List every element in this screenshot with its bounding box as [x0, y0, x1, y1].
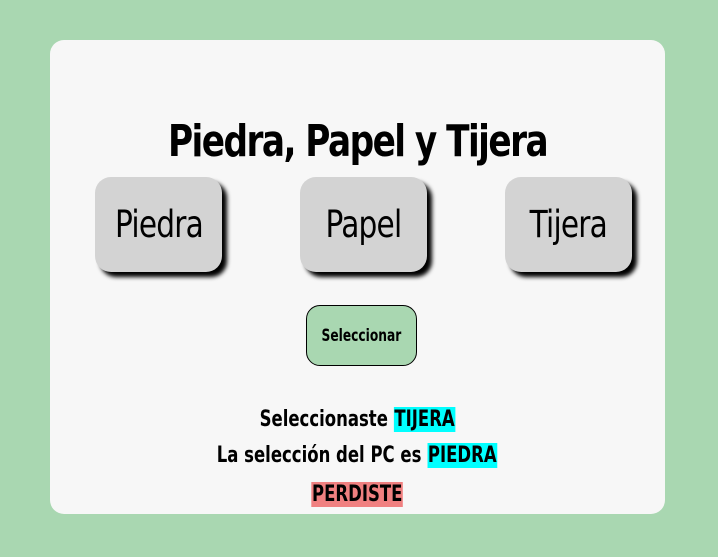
outcome-badge: PERDISTE — [311, 482, 404, 507]
tijera-button-label: Tijera — [529, 203, 608, 246]
select-button-label: Seleccionar — [321, 325, 402, 346]
outcome-line: PERDISTE — [50, 479, 665, 511]
pc-choice-line: La selección del PC es PIEDRA — [50, 440, 665, 472]
user-choice-line: Seleccionaste TIJERA — [50, 404, 665, 436]
piedra-button-label: Piedra — [114, 203, 204, 246]
game-card: Piedra, Papel y Tijera Piedra Papel Tije… — [50, 40, 665, 514]
tijera-button[interactable]: Tijera — [505, 177, 632, 272]
pc-choice-value: PIEDRA — [427, 443, 498, 468]
user-choice-prefix: Seleccionaste — [259, 407, 388, 432]
user-choice-value: TIJERA — [393, 407, 456, 432]
piedra-button[interactable]: Piedra — [95, 177, 222, 272]
pc-choice-prefix: La selección del PC es — [217, 443, 422, 468]
papel-button-label: Papel — [325, 203, 403, 246]
select-button[interactable]: Seleccionar — [306, 305, 417, 366]
papel-button[interactable]: Papel — [300, 177, 427, 272]
page-title: Piedra, Papel y Tijera — [167, 116, 549, 167]
